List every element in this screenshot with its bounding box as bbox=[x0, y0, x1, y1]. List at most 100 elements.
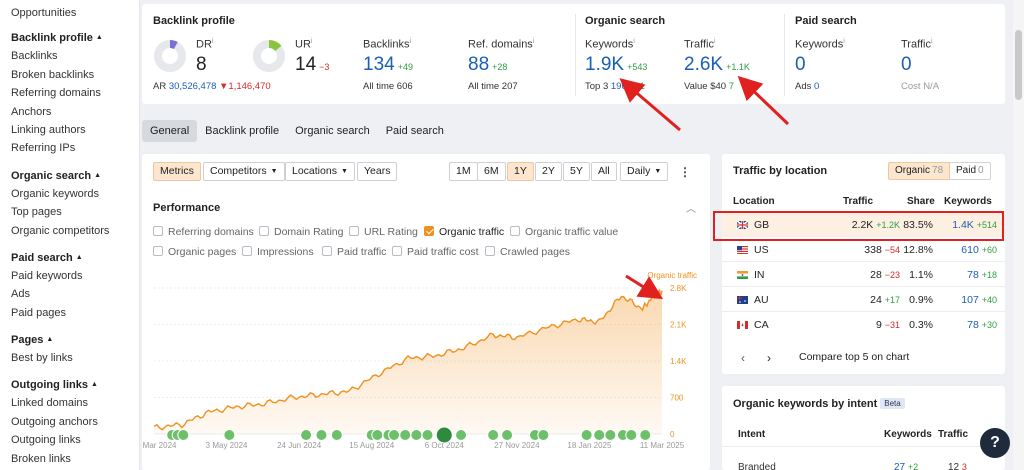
sidebar-section-backlink-profile[interactable]: Backlink profile ▲ bbox=[11, 28, 139, 47]
sidebar-item-linking-authors[interactable]: Linking authors bbox=[11, 121, 139, 139]
ar-value[interactable]: 30,526,478 bbox=[169, 81, 217, 92]
sidebar-item-paid-keywords[interactable]: Paid keywords bbox=[11, 267, 139, 285]
range-1m-button[interactable]: 1M bbox=[449, 162, 478, 181]
sidebar-item-organic-competitors[interactable]: Organic competitors bbox=[11, 222, 139, 240]
interval-dropdown[interactable]: Daily ▼ bbox=[620, 162, 669, 181]
ur-label: URi bbox=[295, 38, 313, 51]
location-row-au[interactable]: AU 24 +17 0.9% 107 +40 bbox=[722, 286, 1005, 311]
x-tick-label: 27 Nov 2024 bbox=[494, 441, 540, 450]
help-button[interactable]: ? bbox=[980, 428, 1010, 458]
organic-traffic-value[interactable]: 2.6K +1.1K bbox=[684, 54, 750, 76]
organic-keywords-value[interactable]: 1.9K +543 bbox=[585, 54, 647, 76]
info-icon[interactable]: i bbox=[409, 38, 411, 45]
sidebar-item-organic-keywords[interactable]: Organic keywords bbox=[11, 185, 139, 203]
location-share: 12.8% bbox=[903, 244, 933, 256]
annotation-marker bbox=[625, 429, 638, 441]
sidebar-item-paid-pages[interactable]: Paid pages bbox=[11, 304, 139, 322]
tab-paid-search[interactable]: Paid search bbox=[378, 120, 452, 142]
info-icon[interactable]: i bbox=[533, 38, 535, 45]
location-row-in[interactable]: IN 28 −23 1.1% 78 +18 bbox=[722, 261, 1005, 286]
tab-organic-search[interactable]: Organic search bbox=[287, 120, 378, 142]
sidebar-section-organic-search[interactable]: Organic search ▲ bbox=[11, 166, 139, 185]
sidebar-item-best-by-links[interactable]: Best by links bbox=[11, 349, 139, 367]
range-6m-button[interactable]: 6M bbox=[477, 162, 506, 181]
sidebar-item-referring-domains[interactable]: Referring domains bbox=[11, 84, 139, 102]
annotation-marker bbox=[177, 429, 190, 441]
range-5y-button[interactable]: 5Y bbox=[563, 162, 590, 181]
caret-up-icon: ▲ bbox=[95, 34, 103, 42]
sidebar-section-paid-search[interactable]: Paid search ▲ bbox=[11, 248, 139, 267]
sidebar-item-outgoing-links[interactable]: Outgoing links bbox=[11, 431, 139, 449]
sidebar-item-opportunities[interactable]: Opportunities bbox=[11, 4, 139, 22]
flag-au-icon bbox=[737, 296, 748, 304]
paid-keywords-value[interactable]: 0 bbox=[795, 54, 806, 76]
backlinks-value[interactable]: 134 +49 bbox=[363, 54, 413, 76]
tab-backlink-profile[interactable]: Backlink profile bbox=[197, 120, 287, 142]
sidebar-item-backlinks[interactable]: Backlinks bbox=[11, 47, 139, 65]
sidebar-item-linked-domains[interactable]: Linked domains bbox=[11, 394, 139, 412]
checkbox-domain-rating[interactable]: Domain Rating bbox=[259, 226, 343, 239]
range-all-button[interactable]: All bbox=[591, 162, 617, 181]
intent-traffic-header: Traffic bbox=[938, 429, 969, 440]
sidebar-item-referring-ips[interactable]: Referring IPs bbox=[11, 139, 139, 157]
annotation-marker bbox=[300, 429, 313, 441]
flag-in-icon bbox=[737, 271, 748, 279]
checkbox-organic-traffic-value[interactable]: Organic traffic value bbox=[510, 226, 618, 239]
checkbox-paid-traffic-cost[interactable]: Paid traffic cost bbox=[392, 246, 479, 259]
sidebar-item-broken-backlinks[interactable]: Broken backlinks bbox=[11, 66, 139, 84]
checkbox-organic-pages[interactable]: Organic pages bbox=[153, 246, 236, 259]
paid-toggle[interactable]: Paid 0 bbox=[950, 162, 991, 180]
keywords-header: Keywords bbox=[944, 196, 992, 207]
range-1y-button[interactable]: 1Y bbox=[507, 162, 534, 181]
info-icon[interactable]: i bbox=[311, 38, 313, 45]
chevron-left-icon[interactable]: ‹ bbox=[741, 351, 745, 365]
scrollbar-thumb[interactable] bbox=[1015, 30, 1022, 100]
checkbox-impressions[interactable]: Impressions bbox=[242, 246, 314, 259]
paid-traffic-value[interactable]: 0 bbox=[901, 54, 912, 76]
range-2y-button[interactable]: 2Y bbox=[535, 162, 562, 181]
location-keywords[interactable]: 78 +30 bbox=[937, 319, 997, 331]
sidebar-item-broken-links[interactable]: Broken links bbox=[11, 450, 139, 468]
info-icon[interactable]: i bbox=[212, 38, 214, 45]
tab-general[interactable]: General bbox=[142, 120, 198, 142]
caret-down-icon: ▼ bbox=[654, 168, 662, 175]
sidebar-item-anchors[interactable]: Anchors bbox=[11, 103, 139, 121]
info-icon[interactable]: i bbox=[931, 38, 933, 45]
paid-traffic-label: Traffici bbox=[901, 38, 933, 51]
locations-dropdown[interactable]: Locations ▼ bbox=[285, 162, 355, 181]
chevron-up-icon[interactable]: ︿ bbox=[686, 200, 696, 215]
organic-toggle[interactable]: Organic 78 bbox=[888, 162, 951, 180]
more-vertical-icon[interactable]: ⋮ bbox=[679, 165, 691, 179]
checkbox-organic-traffic[interactable]: Organic traffic bbox=[424, 226, 504, 239]
location-row-ca[interactable]: CA 9 −31 0.3% 78 +30 bbox=[722, 311, 1005, 336]
competitors-dropdown[interactable]: Competitors ▼ bbox=[203, 162, 285, 181]
intent-branded-keywords[interactable]: 27 +2 bbox=[894, 462, 918, 470]
info-icon[interactable]: i bbox=[633, 38, 635, 45]
info-icon[interactable]: i bbox=[714, 38, 716, 45]
beta-badge: Beta bbox=[880, 398, 905, 409]
checkbox-crawled-pages[interactable]: Crawled pages bbox=[485, 246, 570, 259]
caret-up-icon: ▲ bbox=[94, 171, 102, 179]
metrics-button[interactable]: Metrics bbox=[153, 162, 201, 181]
checkbox-referring-domains[interactable]: Referring domains bbox=[153, 226, 254, 239]
info-icon[interactable]: i bbox=[843, 38, 845, 45]
share-header: Share bbox=[907, 196, 935, 207]
compare-top5-link[interactable]: Compare top 5 on chart bbox=[799, 351, 909, 363]
ref-domains-value[interactable]: 88 +28 bbox=[468, 54, 507, 76]
top3-row: Top 3 190 +11 bbox=[585, 81, 645, 92]
performance-title: Performance bbox=[153, 202, 221, 214]
chevron-right-icon[interactable]: › bbox=[767, 351, 771, 365]
sidebar-item-outgoing-anchors[interactable]: Outgoing anchors bbox=[11, 413, 139, 431]
years-button[interactable]: Years bbox=[357, 162, 398, 181]
checkbox-url-rating[interactable]: URL Rating bbox=[349, 226, 418, 239]
sidebar-section-outgoing-links[interactable]: Outgoing links ▲ bbox=[11, 375, 139, 394]
location-keywords[interactable]: 610 +60 bbox=[937, 244, 997, 256]
location-keywords[interactable]: 78 +18 bbox=[937, 269, 997, 281]
traffic-by-location-card: Traffic by location Organic 78 Paid 0 Loca… bbox=[722, 154, 1005, 374]
location-keywords[interactable]: 107 +40 bbox=[937, 294, 997, 306]
checkbox-paid-traffic[interactable]: Paid traffic bbox=[322, 246, 386, 259]
sidebar-section-pages[interactable]: Pages ▲ bbox=[11, 330, 139, 349]
sidebar-item-ads[interactable]: Ads bbox=[11, 285, 139, 303]
sidebar-item-top-pages[interactable]: Top pages bbox=[11, 203, 139, 221]
organic-traffic-chart[interactable]: 0 700 1.4K 2.1K 2.8K 12 Mar 2024 3 May 2024 24 … bbox=[142, 266, 710, 470]
